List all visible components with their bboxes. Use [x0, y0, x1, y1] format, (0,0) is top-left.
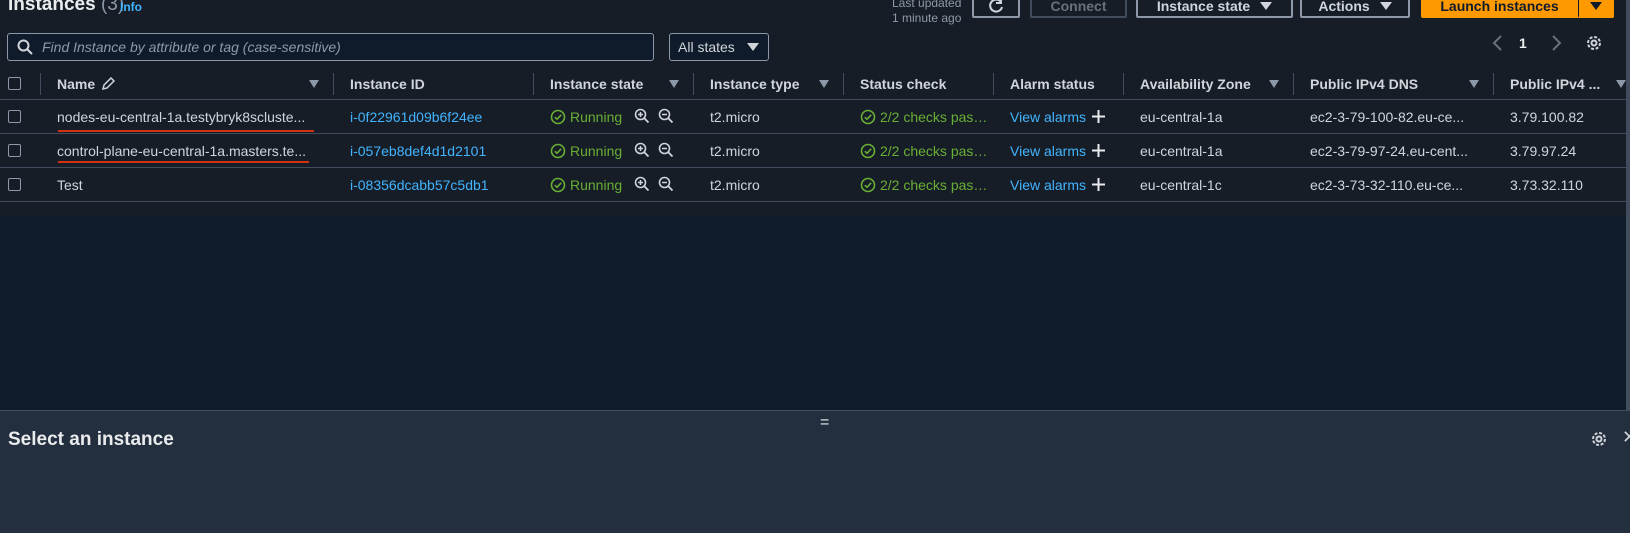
- sort-icon[interactable]: [819, 80, 829, 88]
- info-link[interactable]: Info: [120, 0, 142, 14]
- status-check: 2/2 checks passec: [880, 143, 993, 159]
- table-row[interactable]: nodes-eu-central-1a.testybryk8scluste...…: [0, 100, 1630, 134]
- zoom-in-icon[interactable]: [634, 108, 650, 124]
- instance-name: Test: [57, 177, 83, 193]
- select-all-checkbox[interactable]: [8, 77, 21, 90]
- success-check-icon: [550, 177, 566, 193]
- table-row[interactable]: Test i-08356dcabb57c5db1 Running t2.micr…: [0, 168, 1630, 202]
- view-alarms-link[interactable]: View alarms: [1010, 109, 1086, 125]
- public-ipv4: 3.73.32.110: [1510, 177, 1583, 193]
- zoom-out-icon[interactable]: [658, 142, 674, 158]
- caret-down-icon: [1379, 2, 1392, 10]
- instance-state: Running: [570, 143, 623, 159]
- instance-state: Running: [570, 177, 623, 193]
- status-check: 2/2 checks passec: [880, 109, 993, 125]
- actions-button[interactable]: Actions: [1300, 0, 1410, 18]
- success-check-icon: [860, 143, 876, 159]
- public-ipv4: 3.79.97.24: [1510, 143, 1577, 159]
- table-header: Name Instance ID Instance state Instance…: [0, 69, 1630, 100]
- status-check: 2/2 checks passec: [880, 177, 993, 193]
- search-input[interactable]: [40, 36, 644, 58]
- state-filter-select[interactable]: All states: [669, 33, 769, 61]
- plus-icon[interactable]: [1091, 109, 1106, 124]
- page-title: Instances (3): [8, 0, 125, 15]
- column-header-alarm-status[interactable]: Alarm status: [1010, 76, 1095, 92]
- launch-instances-button[interactable]: Launch instances: [1421, 0, 1578, 18]
- page-number[interactable]: 1: [1519, 35, 1527, 51]
- availability-zone: eu-central-1a: [1140, 143, 1223, 159]
- search-icon: [17, 39, 33, 55]
- column-header-status-check[interactable]: Status check: [860, 76, 946, 92]
- row-checkbox[interactable]: [8, 110, 21, 123]
- instance-type: t2.micro: [710, 143, 760, 159]
- row-checkbox[interactable]: [8, 178, 21, 191]
- column-header-instance-state[interactable]: Instance state: [550, 76, 643, 92]
- column-header-name[interactable]: Name: [57, 76, 95, 92]
- caret-down-icon: [1260, 2, 1273, 10]
- instances-panel: Instances (3) Info Last updated 1 minute…: [0, 0, 1630, 216]
- column-header-availability-zone[interactable]: Availability Zone: [1140, 76, 1251, 92]
- refresh-icon: [989, 0, 1003, 13]
- column-header-instance-type[interactable]: Instance type: [710, 76, 799, 92]
- success-check-icon: [860, 177, 876, 193]
- zoom-in-icon[interactable]: [634, 176, 650, 192]
- zoom-out-icon[interactable]: [658, 108, 674, 124]
- search-box: [7, 33, 654, 61]
- last-updated: Last updated 1 minute ago: [892, 0, 962, 25]
- zoom-out-icon[interactable]: [658, 176, 674, 192]
- column-header-instance-id[interactable]: Instance ID: [350, 76, 425, 92]
- public-dns: ec2-3-73-32-110.eu-ce...: [1310, 177, 1464, 193]
- plus-icon[interactable]: [1091, 177, 1106, 192]
- settings-gear-icon[interactable]: [1589, 429, 1609, 449]
- sort-icon[interactable]: [309, 80, 319, 88]
- red-underline: [58, 130, 314, 132]
- column-header-public-dns[interactable]: Public IPv4 DNS: [1310, 76, 1418, 92]
- table-row[interactable]: control-plane-eu-central-1a.masters.te..…: [0, 134, 1630, 168]
- instance-id-link[interactable]: i-057eb8def4d1d2101: [350, 143, 486, 159]
- availability-zone: eu-central-1c: [1140, 177, 1222, 193]
- sort-icon[interactable]: [1269, 80, 1279, 88]
- settings-gear-icon[interactable]: [1584, 33, 1604, 53]
- column-header-public-ipv4[interactable]: Public IPv4 ...: [1510, 76, 1600, 92]
- chevron-right-icon[interactable]: [1548, 34, 1564, 52]
- red-underline: [58, 161, 309, 163]
- caret-down-icon: [1589, 2, 1602, 10]
- edit-pencil-icon[interactable]: [101, 77, 115, 91]
- view-alarms-link[interactable]: View alarms: [1010, 143, 1086, 159]
- instance-name: control-plane-eu-central-1a.masters.te..…: [57, 143, 306, 159]
- zoom-in-icon[interactable]: [634, 142, 650, 158]
- launch-options-button[interactable]: [1578, 0, 1614, 18]
- instance-id-link[interactable]: i-08356dcabb57c5db1: [350, 177, 489, 193]
- row-checkbox[interactable]: [8, 144, 21, 157]
- public-dns: ec2-3-79-100-82.eu-ce...: [1310, 109, 1465, 125]
- public-dns: ec2-3-79-97-24.eu-cent...: [1310, 143, 1468, 159]
- plus-icon[interactable]: [1091, 143, 1106, 158]
- refresh-button[interactable]: [972, 0, 1020, 18]
- close-icon[interactable]: ✕: [1622, 427, 1630, 448]
- sort-icon[interactable]: [1469, 80, 1479, 88]
- instance-id-link[interactable]: i-0f22961d09b6f24ee: [350, 109, 482, 125]
- sort-icon[interactable]: [669, 80, 679, 88]
- success-check-icon: [550, 143, 566, 159]
- view-alarms-link[interactable]: View alarms: [1010, 177, 1086, 193]
- public-ipv4: 3.79.100.82: [1510, 109, 1584, 125]
- instance-type: t2.micro: [710, 109, 760, 125]
- sort-icon[interactable]: [1616, 80, 1626, 88]
- chevron-left-icon[interactable]: [1490, 34, 1506, 52]
- success-check-icon: [860, 109, 876, 125]
- instance-name: nodes-eu-central-1a.testybryk8scluste...: [57, 109, 306, 125]
- instance-type: t2.micro: [710, 177, 760, 193]
- instance-state: Running: [570, 109, 623, 125]
- caret-down-icon: [746, 43, 759, 51]
- availability-zone: eu-central-1a: [1140, 109, 1223, 125]
- instance-state-button[interactable]: Instance state: [1136, 0, 1293, 18]
- success-check-icon: [550, 109, 566, 125]
- split-panel-handle[interactable]: =: [820, 414, 829, 432]
- table-empty-area: [0, 216, 1630, 410]
- detail-title: Select an instance: [8, 429, 174, 450]
- detail-panel: = Select an instance ✕: [0, 410, 1630, 533]
- connect-button[interactable]: Connect: [1030, 0, 1127, 18]
- vertical-scrollbar[interactable]: [1626, 0, 1630, 410]
